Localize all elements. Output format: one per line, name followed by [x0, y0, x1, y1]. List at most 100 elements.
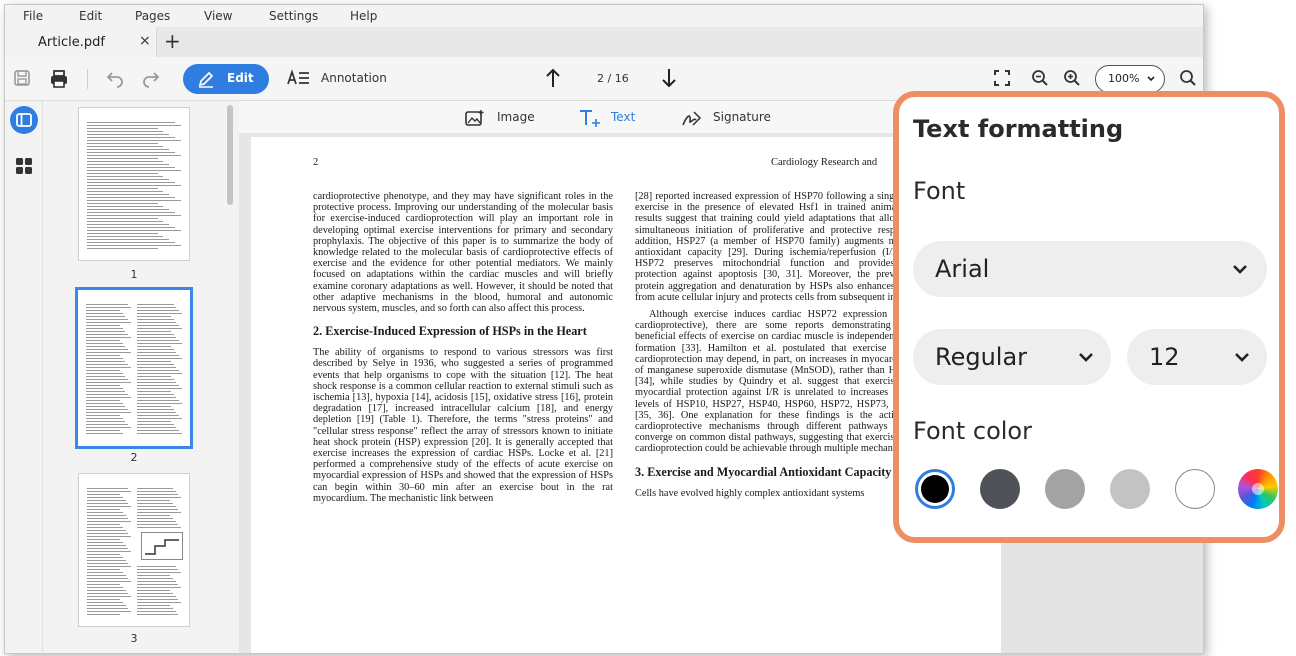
thumbnail-text-line: [87, 536, 131, 537]
thumbnail-text-line: [87, 161, 164, 162]
thumbnail-text-line: [87, 137, 176, 138]
thumbnail-text-line: [86, 313, 123, 314]
page-indicator[interactable]: 2 / 16: [597, 72, 629, 85]
thumbnail-text-line: [87, 230, 181, 231]
paragraph[interactable]: Cells have evolved highly complex antiox…: [635, 488, 935, 499]
redo-icon[interactable]: [141, 69, 161, 89]
font-size-select[interactable]: 12: [1127, 329, 1267, 385]
save-icon[interactable]: [13, 69, 31, 87]
thumbnail-text-line: [137, 346, 171, 347]
paragraph[interactable]: [28] reported increased expression of HS…: [635, 191, 935, 303]
next-page-icon[interactable]: [661, 67, 677, 89]
thumbnail-text-line: [86, 382, 131, 383]
thumbnail-text-line: [137, 361, 171, 362]
thumbnail-text-line: [137, 358, 182, 359]
search-icon[interactable]: [1179, 69, 1197, 87]
close-tab-icon[interactable]: ×: [139, 33, 151, 49]
text-add-icon: [580, 110, 600, 127]
thumbnail-text-line: [137, 581, 176, 582]
thumbnail-text-line: [86, 385, 120, 386]
thumbnails-scrollbar[interactable]: [227, 105, 233, 205]
grid-view-icon[interactable]: [15, 157, 33, 175]
thumbnail-text-line: [137, 394, 174, 395]
thumbnail-text-line: [87, 203, 158, 204]
thumbnail-text-line: [86, 325, 120, 326]
new-tab-icon[interactable]: +: [164, 29, 181, 53]
thumbnail-text-line: [87, 185, 181, 186]
thumbnail-text-line: [137, 343, 182, 344]
thumbnail-text-line: [86, 391, 126, 392]
thumbnail-text-line: [87, 164, 170, 165]
menu-file[interactable]: File: [23, 9, 43, 23]
zoom-level-select[interactable]: 100%: [1095, 65, 1165, 93]
paragraph[interactable]: The ability of organisms to respond to v…: [313, 347, 613, 504]
menu-help[interactable]: Help: [350, 9, 377, 23]
section-heading[interactable]: 3. Exercise and Myocardial Antioxidant C…: [635, 465, 935, 480]
thumbnail-text-line: [137, 406, 171, 407]
pdf-page[interactable]: 2 Cardiology Research and cardioprotecti…: [251, 137, 1001, 653]
page-thumbnail-1[interactable]: [78, 107, 190, 261]
thumbnail-text-line: [87, 551, 131, 552]
paragraph[interactable]: Although exercise induces cardiac HSP72 …: [635, 309, 935, 455]
thumbnail-text-line: [87, 506, 131, 507]
thumbnail-text-line: [87, 179, 170, 180]
thumbnail-text-line: [137, 497, 181, 498]
thumbnail-text-line: [86, 421, 126, 422]
thumbnail-text-line: [137, 331, 171, 332]
color-swatch-white[interactable]: [1175, 469, 1215, 509]
color-swatch-black[interactable]: [915, 469, 955, 509]
thumbnail-text-line: [87, 131, 164, 132]
print-icon[interactable]: [49, 69, 69, 89]
edit-label: Edit: [227, 71, 254, 85]
undo-icon[interactable]: [105, 69, 125, 89]
previous-page-icon[interactable]: [545, 67, 561, 89]
thumbnail-text-line: [87, 512, 123, 513]
color-swatch-light-gray[interactable]: [1110, 469, 1150, 509]
thumbnail-text-line: [137, 596, 176, 597]
thumbnail-text-line: [87, 197, 176, 198]
font-style-select[interactable]: Regular: [913, 329, 1111, 385]
thumbnail-text-line: [86, 415, 120, 416]
thumbnail-text-line: [137, 509, 179, 510]
thumbnail-text-line: [137, 578, 173, 579]
section-heading[interactable]: 2. Exercise-Induced Expression of HSPs i…: [313, 324, 613, 339]
text-column-left[interactable]: cardioprotective phenotype, and they may…: [313, 191, 613, 653]
menu-settings[interactable]: Settings: [269, 9, 318, 23]
menu-pages[interactable]: Pages: [135, 9, 170, 23]
custom-color-picker-icon[interactable]: [1238, 469, 1278, 509]
add-image-tool[interactable]: Image: [465, 107, 545, 129]
edit-mode-button[interactable]: Edit: [183, 64, 269, 94]
add-text-tool[interactable]: Text: [579, 107, 649, 129]
thumbnail-text-line: [87, 209, 170, 210]
thumbnail-text-line: [87, 578, 129, 579]
color-swatch-dark-gray[interactable]: [980, 469, 1020, 509]
color-swatch-gray[interactable]: [1045, 469, 1085, 509]
menu-view[interactable]: View: [204, 9, 232, 23]
zoom-in-icon[interactable]: [1063, 69, 1081, 87]
paragraph[interactable]: cardioprotective phenotype, and they may…: [313, 191, 613, 314]
thumbnail-text-line: [137, 500, 170, 501]
thumbnail-text-line: [137, 488, 173, 489]
page-thumbnail-3[interactable]: [78, 473, 190, 627]
thumbnail-text-line: [87, 572, 123, 573]
thumbnail-text-line: [86, 412, 131, 413]
page-thumbnail-2[interactable]: [75, 287, 193, 449]
thumbnail-text-line: [137, 397, 177, 398]
thumbnail-text-line: [137, 427, 177, 428]
fullscreen-icon[interactable]: [993, 69, 1011, 87]
thumbnails-panel-icon[interactable]: [9, 105, 39, 135]
thumbnail-text-line: [87, 233, 158, 234]
thumbnail-text-line: [137, 355, 180, 356]
signature-icon: [682, 111, 702, 126]
tab-article[interactable]: Article.pdf ×: [5, 27, 157, 57]
font-family-select[interactable]: Arial: [913, 241, 1267, 297]
add-signature-tool[interactable]: Signature: [681, 107, 781, 129]
thumbnail-text-line: [87, 155, 181, 156]
thumbnail-text-line: [137, 430, 180, 431]
thumbnail-text-line: [87, 188, 158, 189]
menu-edit[interactable]: Edit: [79, 9, 102, 23]
tab-bar: Article.pdf × +: [5, 27, 1203, 57]
text-column-right[interactable]: [28] reported increased expression of HS…: [635, 191, 935, 653]
thumbnail-text-line: [137, 569, 179, 570]
zoom-out-icon[interactable]: [1031, 69, 1049, 87]
